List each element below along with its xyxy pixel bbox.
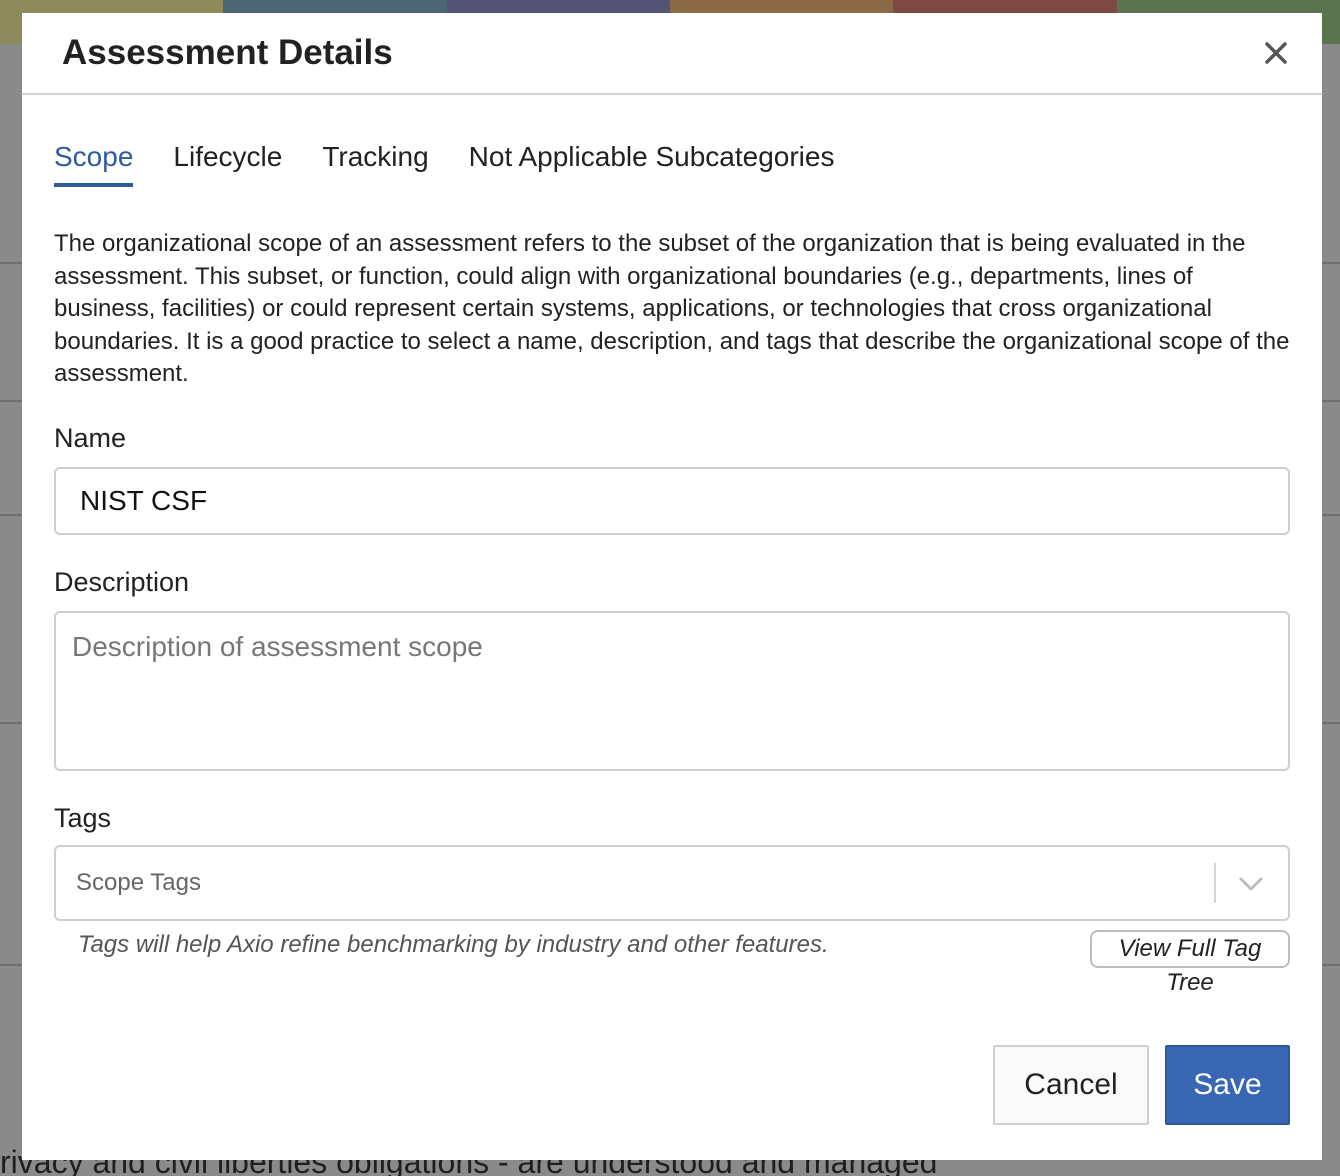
tags-placeholder: Scope Tags [76,869,201,896]
tags-select[interactable]: Scope Tags [54,845,1290,921]
modal-header: Assessment Details [22,13,1322,95]
scope-description-text: The organizational scope of an assessmen… [54,230,1290,387]
tags-label: Tags [54,803,112,833]
save-button[interactable]: Save [1165,1045,1290,1125]
tab-lifecycle[interactable]: Lifecycle [173,141,282,187]
description-label: Description [54,567,190,597]
chevron-down-icon[interactable] [1236,871,1266,897]
close-icon [1265,42,1287,64]
name-input[interactable] [54,467,1290,535]
close-button[interactable] [1258,35,1294,71]
description-textarea[interactable] [54,611,1290,771]
tab-bar: Scope Lifecycle Tracking Not Applicable … [54,141,834,187]
tab-not-applicable-subcategories[interactable]: Not Applicable Subcategories [469,141,835,187]
modal-title: Assessment Details [62,33,393,72]
assessment-details-modal: Assessment Details Scope Lifecycle Track… [22,13,1322,1160]
cancel-button[interactable]: Cancel [993,1045,1149,1125]
tab-tracking[interactable]: Tracking [322,141,428,187]
tab-scope[interactable]: Scope [54,141,134,187]
view-full-tag-tree-button[interactable]: View Full Tag Tree [1090,930,1290,996]
name-label: Name [54,423,127,453]
tags-help-text: Tags will help Axio refine benchmarking … [78,931,829,958]
select-separator [1214,863,1216,903]
